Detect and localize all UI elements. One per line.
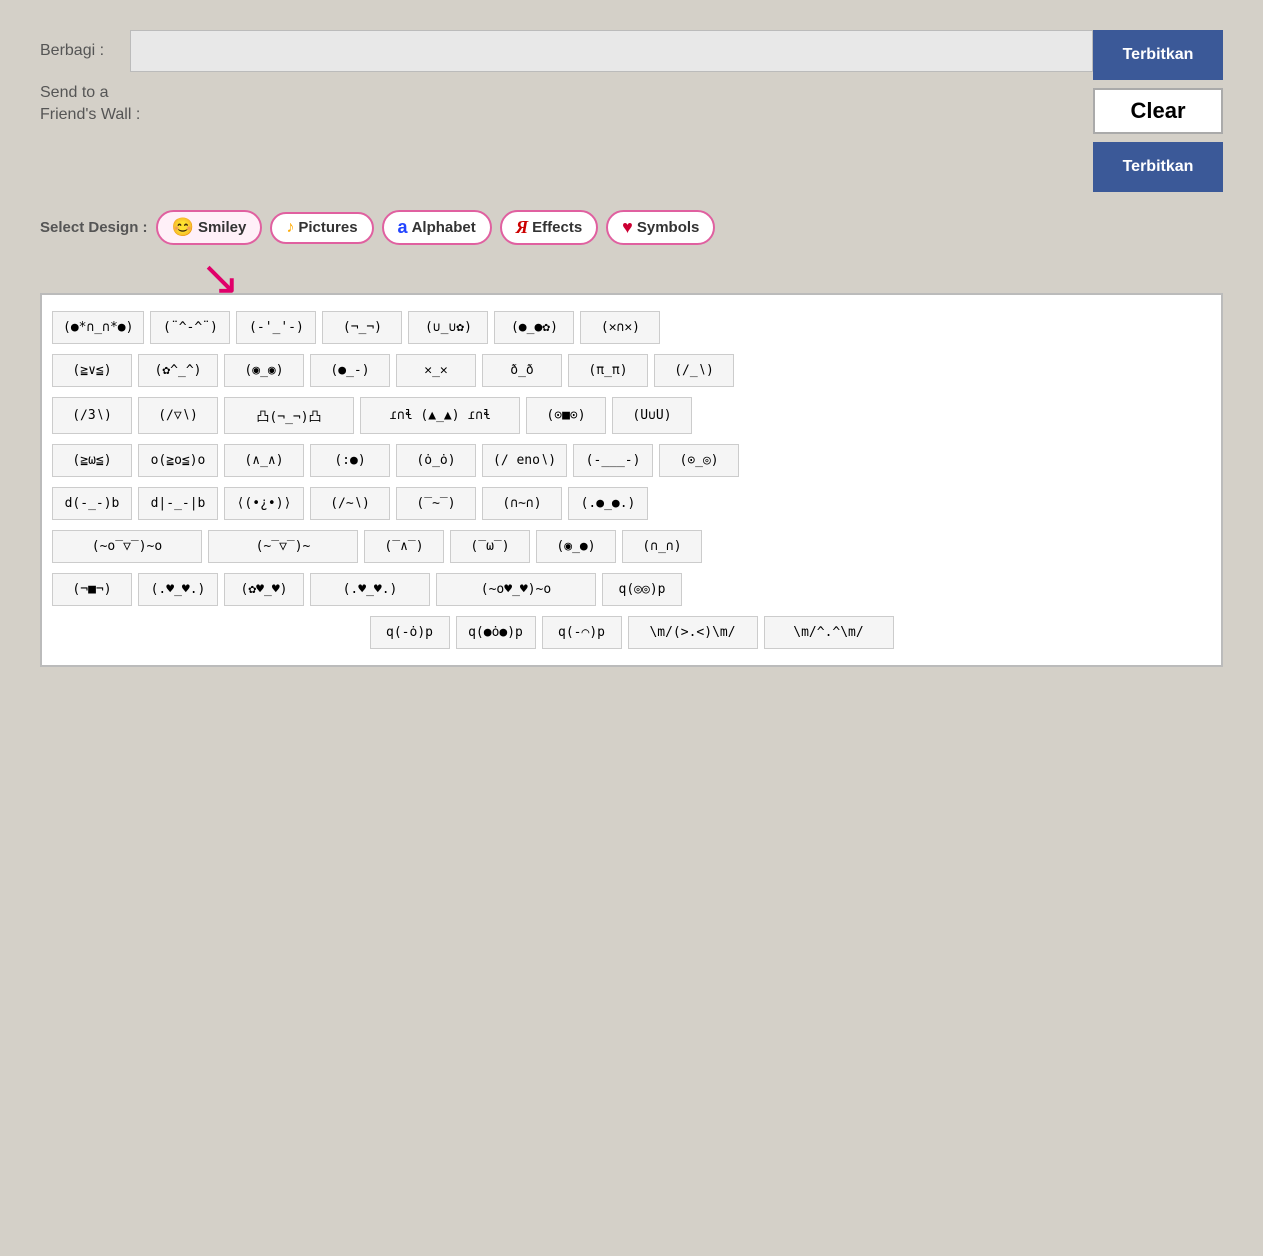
tab-smiley-label: Smiley [198, 219, 246, 236]
pictures-icon: ♪ [286, 219, 294, 237]
emoji-btn[interactable]: (∧_∧) [224, 444, 304, 477]
emoji-btn[interactable]: (◉_◉) [224, 354, 304, 387]
emoji-row-8: q(-ȯ)p q(●ȯ●)p q(-⌒)p \m/(>.<)\m/ \m/^.^… [52, 616, 1211, 649]
select-design-label: Select Design : [40, 219, 148, 236]
share-row: Berbagi : [40, 30, 1093, 72]
emoji-btn[interactable]: (∕_∖) [654, 354, 734, 387]
emoji-btn[interactable]: (≧∨≦) [52, 354, 132, 387]
emoji-btn[interactable]: (~o‾▽‾)~o [52, 530, 202, 563]
emoji-btn[interactable]: (⊙■⊙) [526, 397, 606, 434]
emoji-btn[interactable]: q(◎◎)p [602, 573, 682, 606]
emoji-row-4: (≧ω≦) o(≧o≦)o (∧_∧) (:●) (ȯ_ȯ) (∕ eno∖) … [52, 444, 1211, 477]
terbitkan-button-top[interactable]: Terbitkan [1093, 30, 1223, 80]
emoji-btn[interactable]: (⊙_◎) [659, 444, 739, 477]
tab-smiley[interactable]: 😊 Smiley [156, 210, 263, 245]
clear-button[interactable]: Clear [1093, 88, 1223, 134]
emoji-btn[interactable]: (∕3∖) [52, 397, 132, 434]
emoji-btn[interactable]: (●*∩_∩*●) [52, 311, 144, 344]
emoji-btn[interactable]: d|-_-|b [138, 487, 218, 520]
right-buttons: Terbitkan Clear Terbitkan [1093, 30, 1223, 192]
emoji-btn[interactable]: (∩_∩) [622, 530, 702, 563]
emoji-btn[interactable]: (¨^-^¨) [150, 311, 230, 344]
emoji-btn[interactable]: (¬■¬) [52, 573, 132, 606]
emoji-btn[interactable]: (∕▽∖) [138, 397, 218, 434]
emoji-btn[interactable]: (.●_●.) [568, 487, 648, 520]
tab-pictures-label: Pictures [298, 219, 357, 236]
friend-wall-row: Send to aFriend's Wall : [40, 82, 1093, 127]
emoji-btn[interactable]: (≧ω≦) [52, 444, 132, 477]
emoji-btn[interactable]: q(-⌒)p [542, 616, 622, 649]
friend-wall-label: Send to aFriend's Wall : [40, 82, 140, 127]
tab-symbols-label: Symbols [637, 219, 700, 236]
tab-effects[interactable]: Я Effects [500, 210, 598, 245]
emoji-row-2: (≧∨≦) (✿^_^) (◉_◉) (●_-) ✕_✕ ð_ð (π_π) (… [52, 354, 1211, 387]
emoji-btn[interactable]: (-___-) [573, 444, 653, 477]
emoji-btn[interactable]: (✕∩✕) [580, 311, 660, 344]
emoji-btn[interactable]: d(-_-)b [52, 487, 132, 520]
emoji-grid: (●*∩_∩*●) (¨^-^¨) (-'_'-) (¬_¬) (∪_∪✿) (… [40, 293, 1223, 667]
emoji-btn[interactable]: (‾∧‾) [364, 530, 444, 563]
emoji-btn[interactable]: o(≧o≦)o [138, 444, 218, 477]
symbols-icon: ♥ [622, 217, 633, 238]
emoji-btn[interactable]: (●_●✿) [494, 311, 574, 344]
tab-pictures[interactable]: ♪ Pictures [270, 212, 373, 244]
emoji-btn[interactable]: 凸(¬_¬)凸 [224, 397, 354, 434]
emoji-btn[interactable]: (∕∼∖) [310, 487, 390, 520]
emoji-btn[interactable]: (∪_∪✿) [408, 311, 488, 344]
tab-symbols[interactable]: ♥ Symbols [606, 210, 715, 245]
emoji-btn[interactable]: (✿♥_♥) [224, 573, 304, 606]
emoji-row-3: (∕3∖) (∕▽∖) 凸(¬_¬)凸 ɾ∩ɬ (▲_▲) ɾ∩ɬ (⊙■⊙) … [52, 397, 1211, 434]
emoji-btn[interactable]: (-'_'-) [236, 311, 316, 344]
emoji-btn[interactable]: q(-ȯ)p [370, 616, 450, 649]
emoji-btn[interactable]: (∩∼∩) [482, 487, 562, 520]
alphabet-icon: a [398, 217, 408, 238]
emoji-btn[interactable]: ⟨(•¿•)⟩ [224, 487, 304, 520]
emoji-row-7: (¬■¬) (.♥_♥.) (✿♥_♥) (.♥_♥.) (~o♥_♥)~o q… [52, 573, 1211, 606]
terbitkan-button-bottom[interactable]: Terbitkan [1093, 142, 1223, 192]
emoji-btn[interactable]: (π_π) [568, 354, 648, 387]
emoji-row-1: (●*∩_∩*●) (¨^-^¨) (-'_'-) (¬_¬) (∪_∪✿) (… [52, 311, 1211, 344]
emoji-row-6: (~o‾▽‾)~o (~‾▽‾)~ (‾∧‾) (‾ω‾) (◉_●) (∩_∩… [52, 530, 1211, 563]
emoji-btn[interactable]: \m/(>.<)\m/ [628, 616, 758, 649]
tab-alphabet[interactable]: a Alphabet [382, 210, 492, 245]
emoji-btn[interactable]: (✿^_^) [138, 354, 218, 387]
share-input[interactable] [130, 30, 1093, 72]
tab-alphabet-label: Alphabet [412, 219, 476, 236]
emoji-btn[interactable]: (●_-) [310, 354, 390, 387]
emoji-btn[interactable]: (ȯ_ȯ) [396, 444, 476, 477]
emoji-btn[interactable]: (‾∼‾) [396, 487, 476, 520]
emoji-row-5: d(-_-)b d|-_-|b ⟨(•¿•)⟩ (∕∼∖) (‾∼‾) (∩∼∩… [52, 487, 1211, 520]
arrow-indicator: ↘ [200, 255, 240, 303]
emoji-btn[interactable]: ɾ∩ɬ (▲_▲) ɾ∩ɬ [360, 397, 520, 434]
emoji-btn[interactable]: (¬_¬) [322, 311, 402, 344]
smiley-icon: 😊 [172, 217, 194, 238]
emoji-btn[interactable]: ✕_✕ [396, 354, 476, 387]
emoji-btn[interactable]: (~‾▽‾)~ [208, 530, 358, 563]
emoji-btn[interactable]: q(●ȯ●)p [456, 616, 536, 649]
emoji-btn[interactable]: (U∪U) [612, 397, 692, 434]
emoji-btn[interactable]: \m/^.^\m/ [764, 616, 894, 649]
share-label: Berbagi : [40, 42, 120, 60]
emoji-btn[interactable]: (.♥_♥.) [310, 573, 430, 606]
select-design-row: Select Design : 😊 Smiley ♪ Pictures a Al… [40, 210, 1223, 245]
emoji-btn[interactable]: ð_ð [482, 354, 562, 387]
emoji-btn[interactable]: (‾ω‾) [450, 530, 530, 563]
emoji-btn[interactable]: (◉_●) [536, 530, 616, 563]
main-container: Berbagi : Send to aFriend's Wall : Terbi… [20, 20, 1243, 677]
emoji-btn[interactable]: (∕ eno∖) [482, 444, 567, 477]
emoji-btn[interactable]: (~o♥_♥)~o [436, 573, 596, 606]
emoji-btn[interactable]: (:●) [310, 444, 390, 477]
left-area: Berbagi : Send to aFriend's Wall : [40, 30, 1093, 127]
tab-effects-label: Effects [532, 219, 582, 236]
effects-icon: Я [516, 217, 528, 238]
emoji-btn[interactable]: (.♥_♥.) [138, 573, 218, 606]
top-area: Berbagi : Send to aFriend's Wall : Terbi… [40, 30, 1223, 192]
